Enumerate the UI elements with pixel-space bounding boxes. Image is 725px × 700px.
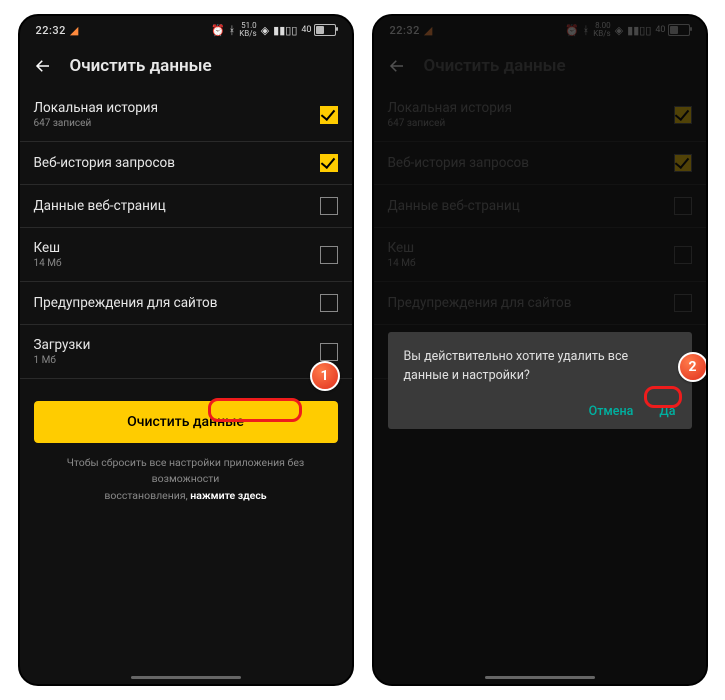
checkbox[interactable] bbox=[320, 154, 338, 172]
signal-icon: ▮▮▯▯ bbox=[273, 25, 297, 36]
status-clock: 22:32 bbox=[36, 24, 66, 37]
checkbox[interactable] bbox=[320, 343, 338, 361]
row-label: Данные веб-страниц bbox=[34, 198, 166, 214]
wifi-icon: ◈ bbox=[261, 25, 269, 36]
bluetooth-icon: ᚼ bbox=[229, 25, 236, 36]
row-label: Кеш bbox=[34, 240, 62, 256]
row-sub: 647 записей bbox=[34, 118, 158, 129]
row-web-history[interactable]: Веб-история запросов bbox=[20, 142, 352, 185]
reset-link[interactable]: нажмите здесь bbox=[190, 489, 266, 502]
confirm-dialog: Вы действительно хотите удалить все данн… bbox=[388, 332, 692, 429]
gesture-bar bbox=[131, 676, 241, 679]
row-downloads[interactable]: Загрузки 1 Мб bbox=[20, 325, 352, 379]
row-sub: 14 Мб bbox=[34, 258, 62, 269]
reset-note: Чтобы сбросить все настройки приложения … bbox=[20, 455, 352, 504]
dialog-cancel-button[interactable]: Отмена bbox=[589, 404, 634, 419]
page-title: Очистить данные bbox=[70, 56, 212, 76]
gesture-bar bbox=[485, 676, 595, 679]
row-label: Предупреждения для сайтов bbox=[34, 295, 218, 311]
row-webpage-data[interactable]: Данные веб-страниц bbox=[20, 185, 352, 228]
checkbox[interactable] bbox=[320, 197, 338, 215]
dialog-message: Вы действительно хотите удалить все данн… bbox=[404, 348, 676, 386]
annotation-badge-2: 2 bbox=[678, 352, 708, 382]
annotation-highlight-1 bbox=[208, 398, 302, 422]
annotation-badge-1: 1 bbox=[310, 361, 340, 391]
battery-icon: 40 bbox=[301, 24, 335, 36]
row-label: Локальная история bbox=[34, 100, 158, 116]
checkbox[interactable] bbox=[320, 294, 338, 312]
back-icon[interactable] bbox=[34, 57, 52, 75]
row-label: Загрузки bbox=[34, 337, 91, 353]
checkbox[interactable] bbox=[320, 106, 338, 124]
row-site-warnings[interactable]: Предупреждения для сайтов bbox=[20, 282, 352, 325]
row-sub: 1 Мб bbox=[34, 355, 91, 366]
alarm-icon: ⏰ bbox=[211, 25, 225, 36]
page-header: Очистить данные bbox=[20, 44, 352, 88]
row-local-history[interactable]: Локальная история 647 записей bbox=[20, 88, 352, 142]
phone-left: 22:32 ◢ ⏰ ᚼ 51.0KB/s ◈ ▮▮▯▯ 40 О bbox=[18, 14, 354, 686]
status-bar: 22:32 ◢ ⏰ ᚼ 51.0KB/s ◈ ▮▮▯▯ 40 bbox=[20, 16, 352, 44]
row-label: Веб-история запросов bbox=[34, 155, 175, 171]
annotation-highlight-2 bbox=[644, 386, 682, 408]
phone-right: 22:32 ◢ ⏰ ᚼ 8.00KB/s ◈ ▮▮▯▯ 40 О bbox=[372, 14, 708, 686]
checkbox[interactable] bbox=[320, 246, 338, 264]
row-cache[interactable]: Кеш 14 Мб bbox=[20, 228, 352, 282]
activity-icon: ◢ bbox=[70, 25, 78, 36]
net-rate: 51.0KB/s bbox=[239, 22, 256, 38]
